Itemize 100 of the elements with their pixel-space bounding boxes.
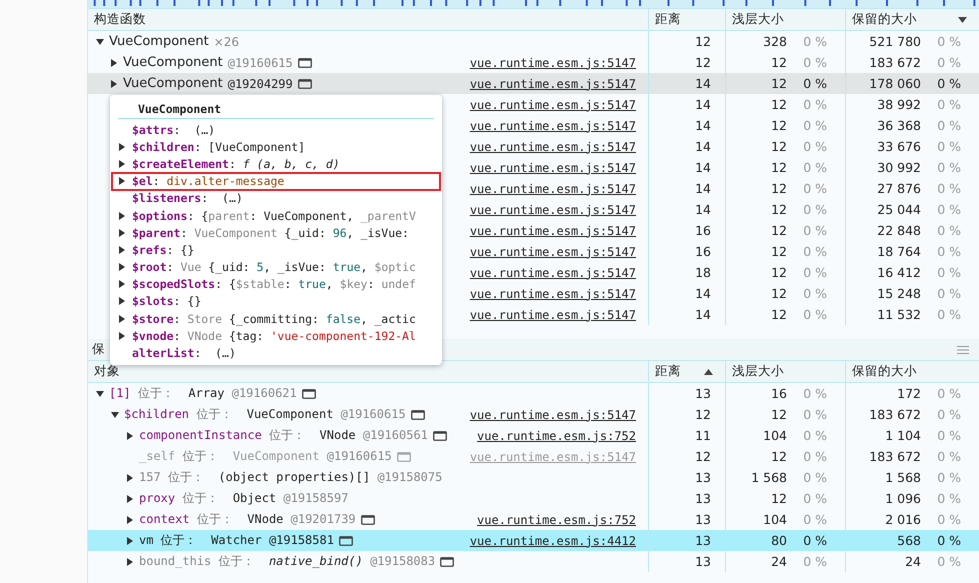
source-link[interactable]: vue.runtime.esm.js:5147	[470, 76, 636, 90]
property-entry: alterList: (…)	[132, 346, 236, 360]
retained-percent: 0 %	[936, 407, 961, 422]
source-link[interactable]: vue.runtime.esm.js:5147	[470, 408, 636, 422]
caret-icon[interactable]	[126, 494, 134, 502]
column-header[interactable]: 保留的大小	[845, 361, 979, 382]
column-header[interactable]: 距离	[648, 361, 725, 382]
retained-percent: 0 %	[936, 202, 961, 217]
panel-icon[interactable]	[410, 410, 425, 420]
source-link[interactable]: vue.runtime.esm.js:5147	[470, 266, 636, 280]
source-link[interactable]: vue.runtime.esm.js:5147	[470, 118, 636, 132]
source-link[interactable]: vue.runtime.esm.js:5147	[470, 182, 636, 196]
caret-icon[interactable]	[126, 516, 134, 524]
retained-size: 183 672	[869, 55, 921, 70]
caret-icon[interactable]	[126, 474, 134, 482]
panel-icon[interactable]	[432, 430, 447, 440]
table-row[interactable]: [1] 位于： Array @19160621 13 16 0 % 172 0 %	[88, 383, 979, 404]
shallow-percent: 0 %	[802, 97, 827, 112]
source-link[interactable]: vue.runtime.esm.js:5147	[470, 202, 636, 216]
caret-icon[interactable]	[118, 263, 126, 272]
column-header[interactable]: 对象	[88, 361, 648, 382]
column-header[interactable]: 保留的大小	[845, 9, 979, 30]
caret-icon[interactable]	[118, 297, 126, 306]
shallow-size: 12	[771, 160, 787, 175]
shallow-percent: 0 %	[802, 181, 827, 196]
table-row[interactable]: 157 位于： (object properties)[] @19158075 13 1 568 0 % 1 568 0 %	[88, 467, 979, 488]
source-link[interactable]: vue.runtime.esm.js:752	[477, 428, 636, 442]
column-header[interactable]: 浅层大小	[725, 361, 845, 382]
caret-icon[interactable]	[96, 390, 104, 398]
column-header[interactable]: 构造函数	[88, 9, 648, 30]
distance-cell: 14	[648, 115, 725, 136]
column-header[interactable]: 浅层大小	[725, 9, 845, 30]
caret-icon[interactable]	[126, 558, 134, 566]
panel-icon[interactable]	[302, 388, 316, 398]
source-link[interactable]: vue.runtime.esm.js:5147	[470, 244, 636, 258]
property-entry: $attrs: (…)	[132, 122, 216, 137]
caret-icon[interactable]	[118, 228, 126, 237]
caret-icon[interactable]	[126, 536, 134, 544]
panel-icon[interactable]	[338, 536, 353, 546]
retained-size: 178 060	[869, 76, 921, 91]
source-link[interactable]: vue.runtime.esm.js:752	[477, 512, 636, 526]
retainer-path: $children 位于： VueComponent @19160615	[124, 406, 406, 423]
table-row[interactable]: proxy 位于： Object @19158597 13 12 0 % 1 096 0 %	[88, 488, 979, 509]
shallow-percent: 0 %	[802, 512, 827, 527]
source-link[interactable]: vue.runtime.esm.js:5147	[470, 160, 636, 174]
retained-percent: 0 %	[936, 286, 961, 301]
distance-cell: 14	[648, 94, 725, 115]
source-link[interactable]: vue.runtime.esm.js:5147	[470, 308, 636, 322]
table-row[interactable]: componentInstance 位于： VNode @19160561 vue.runtime.esm.js:752 11 104 0 % 1 104 0 %	[88, 425, 979, 446]
distance-cell: 14	[648, 136, 725, 157]
caret-icon[interactable]	[118, 280, 126, 288]
caret-icon[interactable]	[118, 332, 126, 340]
table-row[interactable]: VueComponent ×26 12 328 0 % 521 780 0 %	[88, 31, 979, 52]
caret-icon[interactable]	[126, 432, 134, 440]
retained-size: 33 676	[877, 139, 921, 154]
panel-icon[interactable]	[440, 556, 454, 566]
source-link[interactable]: vue.runtime.esm.js:5147	[470, 224, 636, 238]
source-link[interactable]: vue.runtime.esm.js:5147	[470, 56, 636, 70]
caret-icon[interactable]	[110, 58, 118, 66]
caret-icon[interactable]	[118, 142, 126, 151]
shallow-size: 12	[771, 97, 787, 112]
caret-icon[interactable]	[118, 314, 126, 323]
caret-icon[interactable]	[96, 38, 104, 46]
retained-size: 183 672	[869, 449, 921, 464]
shallow-percent: 0 %	[802, 554, 827, 569]
distance-cell: 11	[648, 425, 725, 446]
distance-cell: 13	[648, 467, 725, 488]
retained-size: 18 764	[877, 244, 921, 259]
retained-percent: 0 %	[936, 97, 961, 112]
source-link[interactable]: vue.runtime.esm.js:4412	[470, 534, 636, 548]
caret-icon[interactable]	[118, 177, 126, 186]
caret-icon[interactable]	[118, 160, 126, 168]
popover-title: VueComponent	[118, 99, 434, 119]
source-link[interactable]: vue.runtime.esm.js:5147	[470, 98, 636, 112]
panel-icon[interactable]	[298, 78, 312, 88]
panel-icon[interactable]	[298, 58, 312, 68]
distance-cell: 18	[648, 262, 725, 283]
retainer-path: _self 位于： VueComponent @19160615	[139, 448, 392, 465]
retained-size: 24	[905, 554, 921, 569]
shallow-percent: 0 %	[802, 34, 827, 49]
panel-icon[interactable]	[360, 514, 375, 524]
distance-cell: 16	[648, 220, 725, 241]
table-row[interactable]: VueComponent @19204299 vue.runtime.esm.js:5147 14 12 0 % 178 060 0 %	[88, 73, 979, 94]
caret-icon[interactable]	[111, 410, 119, 418]
shallow-size: 24	[771, 554, 787, 569]
caret-icon[interactable]	[118, 246, 126, 254]
menu-icon[interactable]	[957, 346, 969, 354]
column-header[interactable]: 距离	[648, 9, 725, 30]
shallow-percent: 0 %	[802, 76, 827, 91]
shallow-percent: 0 %	[802, 139, 827, 154]
table-row[interactable]: $children 位于： VueComponent @19160615 vue.runtime.esm.js:5147 12 12 0 % 183 672 0 %	[88, 404, 979, 425]
table-row[interactable]: bound_this 位于： native_bind() @19158083 13 24 0 % 24 0 %	[88, 551, 979, 572]
caret-icon[interactable]	[110, 80, 118, 88]
source-link[interactable]: vue.runtime.esm.js:5147	[470, 286, 636, 300]
source-link[interactable]: vue.runtime.esm.js:5147	[470, 140, 636, 154]
retained-size: 25 044	[877, 202, 921, 217]
caret-icon[interactable]	[118, 212, 126, 220]
retainer-path: [1] 位于： Array @19160621	[109, 385, 297, 402]
shallow-size: 12	[771, 139, 787, 154]
table-row[interactable]: vm 位于： Watcher @19158581 vue.runtime.esm.js:4412 13 80 0 % 568 0 %	[88, 530, 979, 551]
